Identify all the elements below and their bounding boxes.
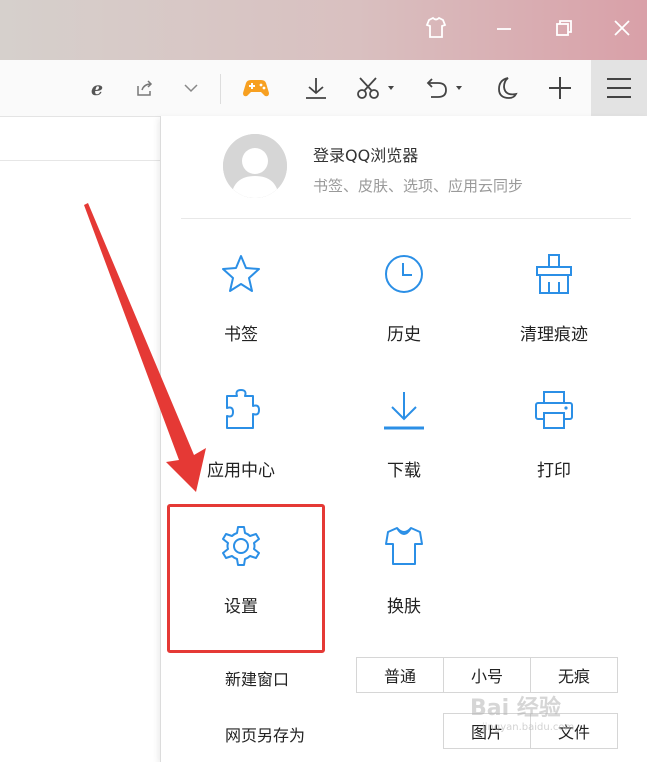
menu-item-label: 清理痕迹 — [520, 325, 588, 345]
share-button[interactable] — [130, 72, 160, 104]
login-link[interactable]: 登录QQ浏览器 — [313, 142, 418, 166]
game-button[interactable] — [238, 72, 274, 104]
share-icon — [137, 80, 153, 96]
download-icon — [306, 78, 326, 99]
printer-icon — [535, 391, 573, 429]
gear-icon — [222, 526, 260, 566]
night-mode-button[interactable] — [488, 72, 524, 104]
new-window-label[interactable]: 新建窗口 — [225, 666, 289, 690]
page-divider — [0, 160, 160, 161]
save-as-image-button[interactable]: 图片 — [443, 713, 531, 749]
menu-item-label: 设置 — [224, 597, 258, 617]
menu-item-clear-traces[interactable]: 清理痕迹 — [494, 244, 614, 354]
shirt-icon — [385, 527, 423, 565]
main-menu-button[interactable] — [591, 60, 647, 116]
ie-icon: e — [91, 78, 103, 99]
menu-item-label: 下载 — [387, 461, 421, 481]
menu-item-label: 书签 — [224, 325, 258, 345]
menu-item-settings[interactable]: 设置 — [181, 516, 301, 626]
svg-text:e: e — [91, 78, 103, 99]
avatar[interactable] — [223, 134, 287, 198]
screenshot-button[interactable] — [352, 72, 402, 104]
chevron-down-icon — [184, 84, 198, 93]
save-page-as-label[interactable]: 网页另存为 — [225, 722, 305, 746]
menu-item-label: 应用中心 — [207, 461, 275, 481]
clock-icon — [385, 255, 423, 293]
game-icon — [243, 80, 269, 97]
menu-item-print[interactable]: 打印 — [494, 380, 614, 490]
plus-icon — [549, 77, 571, 99]
save-as-file-button[interactable]: 文件 — [530, 713, 618, 749]
menu-item-app-center[interactable]: 应用中心 — [181, 380, 301, 490]
undo-close-button[interactable] — [420, 72, 470, 104]
menu-item-label: 换肤 — [387, 597, 421, 617]
new-window-normal-button[interactable]: 普通 — [356, 657, 444, 693]
moon-icon — [498, 77, 518, 99]
minimize-icon — [497, 28, 511, 30]
toolbar-divider — [220, 74, 221, 104]
skin-button[interactable] — [418, 10, 454, 46]
broom-icon — [536, 254, 572, 294]
star-icon — [222, 255, 260, 292]
download-icon — [384, 392, 424, 430]
browser-main-menu: 登录QQ浏览器 书签、皮肤、选项、应用云同步 书签 历史 清理痕迹 应用中心 下… — [160, 116, 647, 762]
menu-item-label: 打印 — [537, 461, 571, 481]
new-window-incognito-button[interactable]: 无痕 — [530, 657, 618, 693]
ie-mode-button[interactable]: e — [84, 72, 114, 104]
menu-separator — [181, 218, 631, 219]
puzzle-icon — [226, 389, 260, 429]
undo-icon — [426, 78, 462, 98]
scissors-icon — [357, 77, 394, 99]
hamburger-menu-icon — [607, 78, 631, 98]
toolbar: e — [0, 60, 647, 117]
new-tab-button[interactable] — [542, 72, 578, 104]
menu-item-bookmarks[interactable]: 书签 — [181, 244, 301, 354]
restore-button[interactable] — [546, 10, 582, 46]
login-subtitle: 书签、皮肤、选项、应用云同步 — [313, 177, 524, 195]
title-bar — [0, 0, 647, 60]
new-window-small-button[interactable]: 小号 — [443, 657, 531, 693]
restore-icon — [556, 20, 572, 36]
shirt-icon — [425, 16, 447, 38]
minimize-button[interactable] — [486, 10, 522, 46]
menu-item-change-skin[interactable]: 换肤 — [344, 516, 464, 626]
download-toolbar-button[interactable] — [298, 72, 334, 104]
user-avatar-icon — [223, 134, 287, 198]
menu-item-label: 历史 — [387, 325, 421, 345]
close-button[interactable] — [604, 10, 640, 46]
menu-item-history[interactable]: 历史 — [344, 244, 464, 354]
close-icon — [614, 20, 630, 36]
menu-item-download[interactable]: 下载 — [344, 380, 464, 490]
share-dropdown-button[interactable] — [176, 72, 206, 104]
